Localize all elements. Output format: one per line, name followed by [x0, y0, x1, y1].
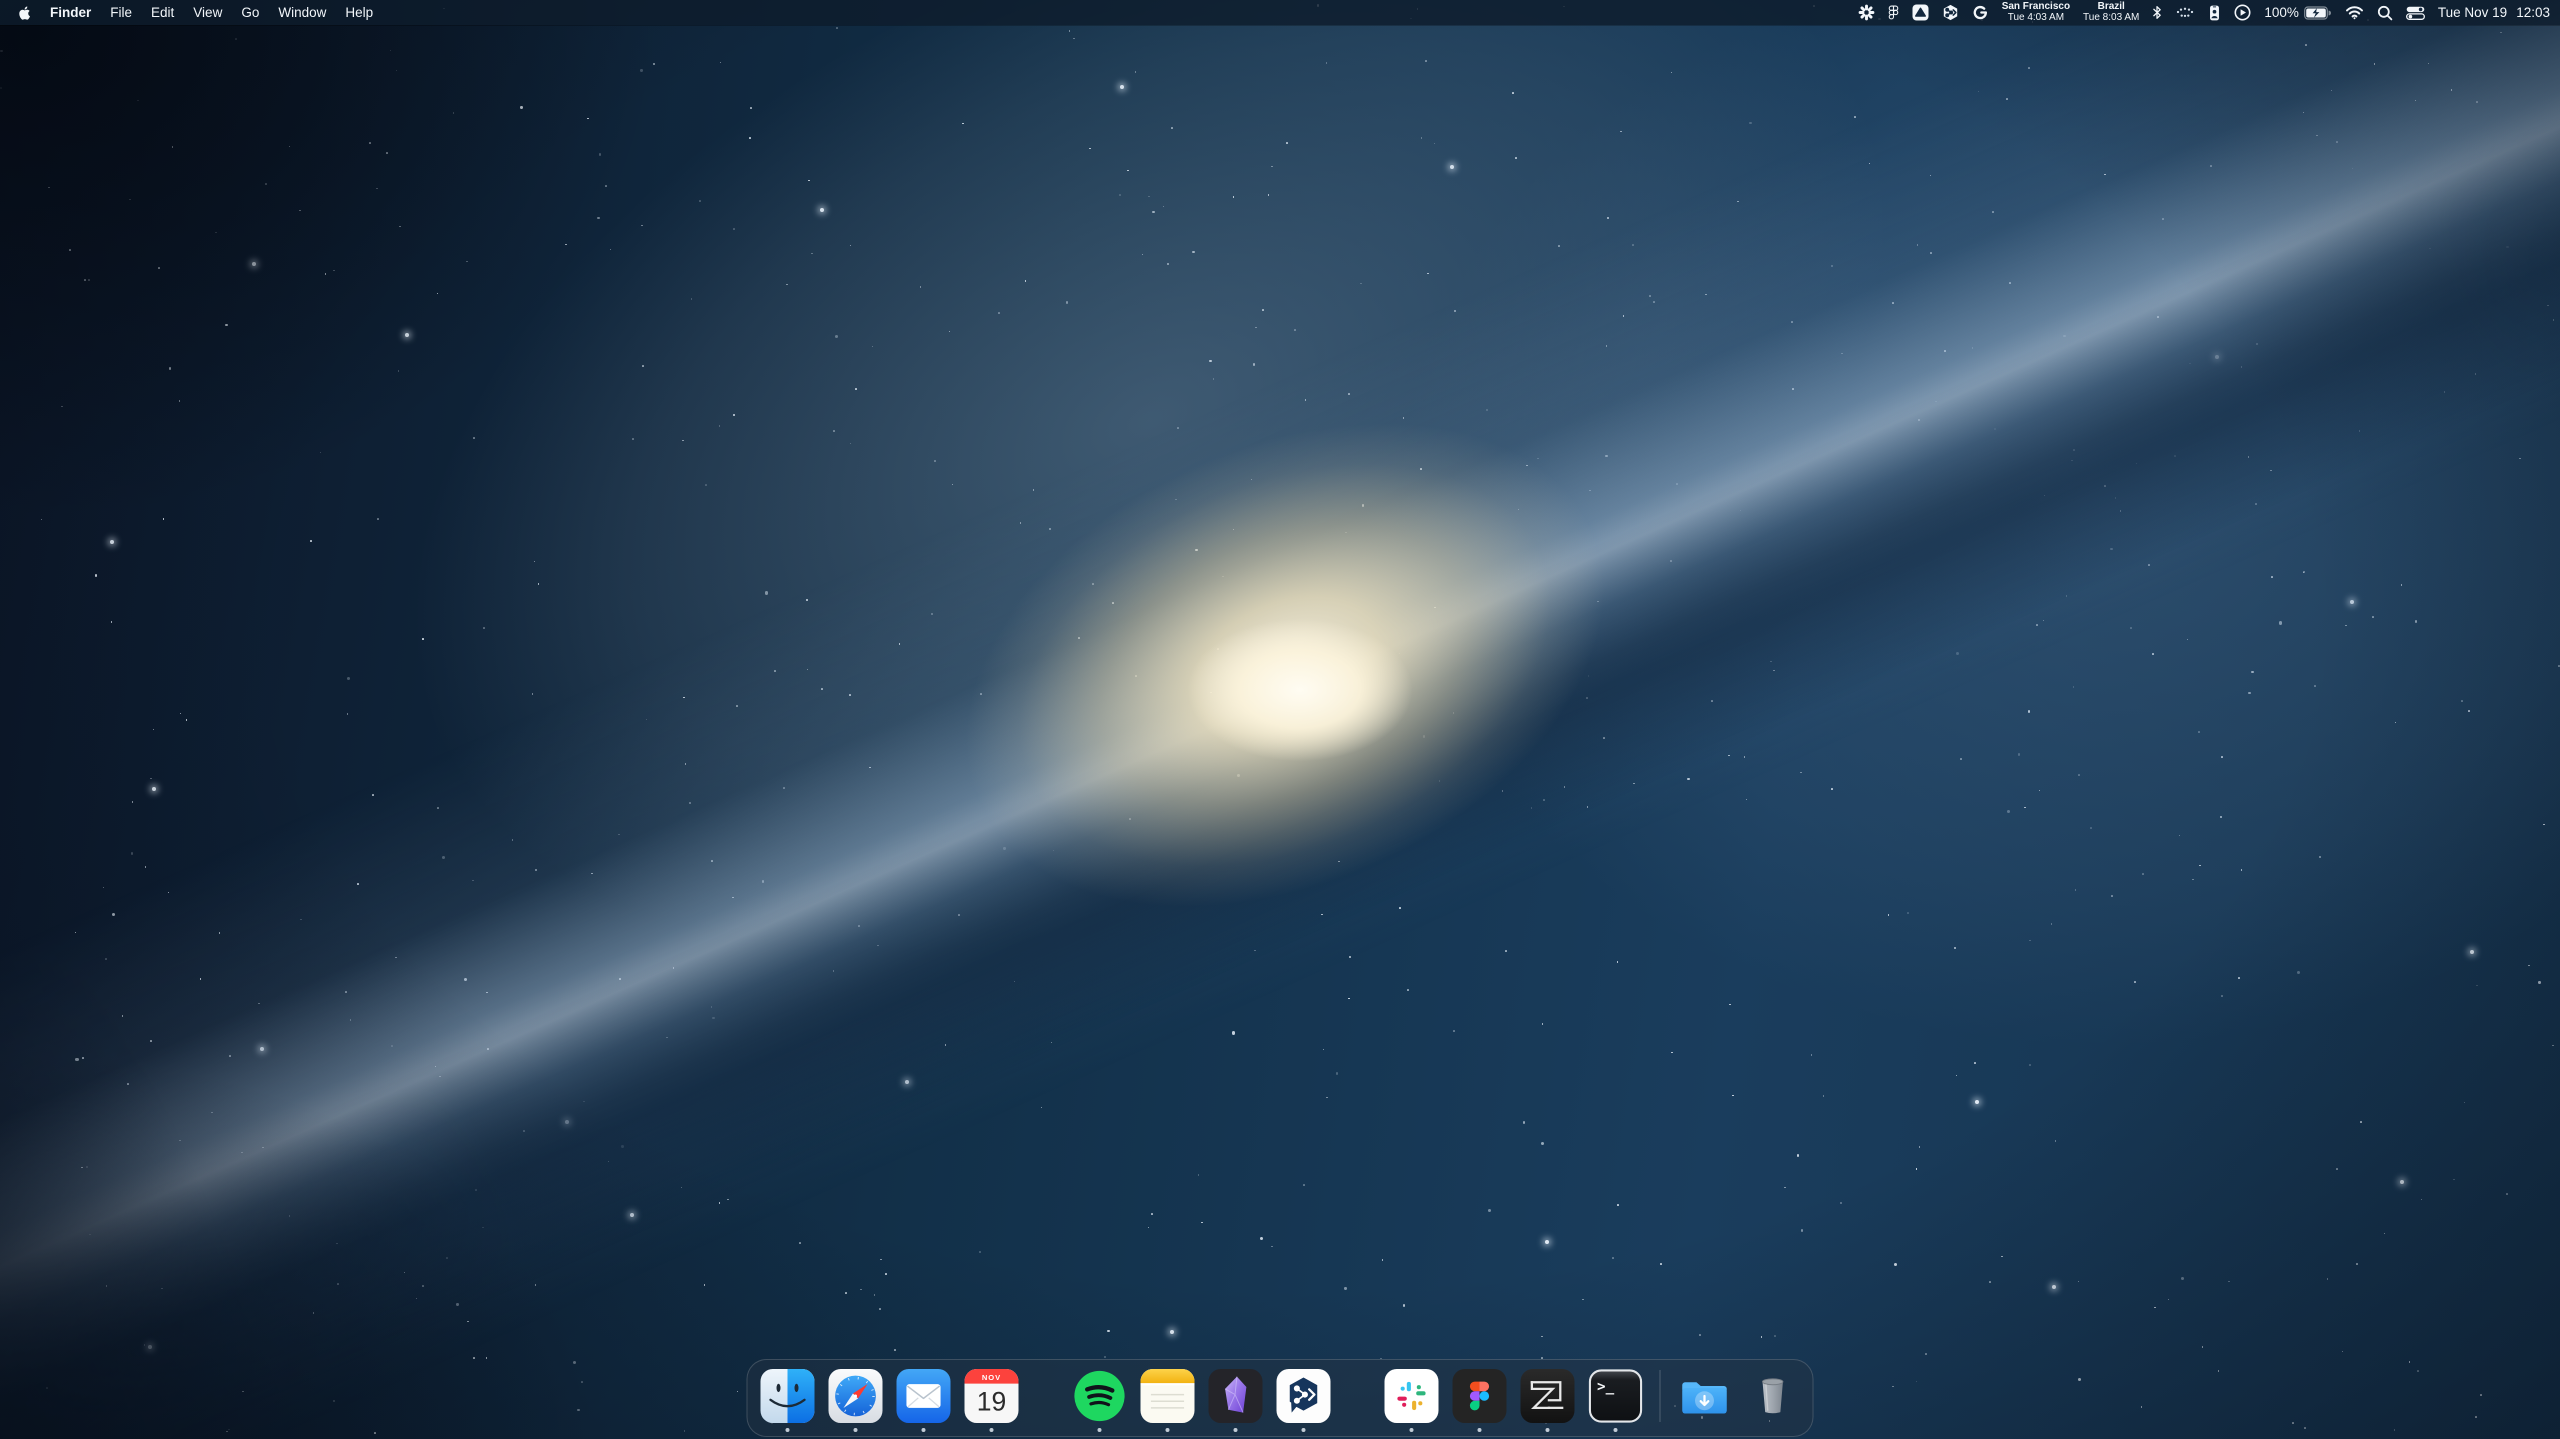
desktop: Finder File Edit View Go Window Help	[0, 0, 2560, 1439]
now-playing-icon[interactable]	[2234, 4, 2251, 21]
dock-spacer	[1345, 1391, 1371, 1401]
calendar-day: 19	[977, 1387, 1007, 1417]
dock-item-spotify[interactable]	[1073, 1369, 1127, 1423]
world-clock-time: Tue 8:03 AM	[2083, 13, 2139, 24]
running-indicator	[922, 1428, 926, 1432]
world-clock-city: San Francisco	[2002, 2, 2070, 13]
menu-bar: Finder File Edit View Go Window Help	[0, 0, 2560, 25]
running-indicator	[1234, 1428, 1238, 1432]
apple-logo-icon	[16, 4, 31, 22]
wallpaper-galaxy	[0, 0, 2560, 1439]
hexagon-share-icon[interactable]	[1942, 4, 1959, 21]
menu-bar-date: Tue Nov 19	[2438, 5, 2507, 20]
apple-menu[interactable]	[16, 4, 31, 22]
dock-item-trash[interactable]	[1746, 1369, 1800, 1423]
menu-view[interactable]: View	[193, 5, 222, 20]
running-indicator	[1166, 1428, 1170, 1432]
running-indicator	[1478, 1428, 1482, 1432]
world-clock-time: Tue 4:03 AM	[2008, 13, 2064, 24]
dock-item-downloads-folder[interactable]	[1678, 1369, 1732, 1423]
running-indicator	[990, 1428, 994, 1432]
dock-item-terminal[interactable]: >_	[1589, 1369, 1643, 1423]
dock-item-figma[interactable]	[1453, 1369, 1507, 1423]
dock: NOV 19	[747, 1359, 1814, 1437]
running-indicator	[1410, 1428, 1414, 1432]
menu-bar-left: Finder File Edit View Go Window Help	[0, 4, 373, 22]
starfield	[0, 0, 2560, 1439]
dock-item-slack[interactable]	[1385, 1369, 1439, 1423]
world-clock-brazil[interactable]: Brazil Tue 8:03 AM	[2083, 2, 2139, 23]
g-circle-icon[interactable]	[1972, 4, 1989, 21]
wifi-icon[interactable]	[2345, 5, 2364, 20]
sun-burst-icon[interactable]	[1858, 4, 1875, 21]
menu-bar-status-area: San Francisco Tue 4:03 AM Brazil Tue 8:0…	[1858, 2, 2560, 23]
menu-file[interactable]: File	[110, 5, 132, 20]
dock-item-safari[interactable]	[829, 1369, 883, 1423]
battery-charging-icon	[2304, 6, 2332, 20]
menu-help[interactable]: Help	[345, 5, 373, 20]
spotlight-icon[interactable]	[2377, 5, 2393, 21]
terminal-prompt: >_	[1597, 1379, 1615, 1395]
dock-item-mail[interactable]	[897, 1369, 951, 1423]
figma-menubar-icon[interactable]	[1888, 5, 1899, 21]
running-indicator	[854, 1428, 858, 1432]
menu-edit[interactable]: Edit	[151, 5, 174, 20]
triangle-app-icon[interactable]	[1912, 4, 1929, 21]
menu-window[interactable]: Window	[278, 5, 326, 20]
dock-spacer	[1033, 1391, 1059, 1401]
running-indicator	[1546, 1428, 1550, 1432]
menu-bar-clock[interactable]: Tue Nov 19 12:03	[2438, 5, 2550, 20]
battery-indicator[interactable]: 100%	[2264, 5, 2332, 20]
dock-item-notes[interactable]	[1141, 1369, 1195, 1423]
dock-item-hexagon-share-app[interactable]	[1277, 1369, 1331, 1423]
menu-go[interactable]: Go	[241, 5, 259, 20]
dock-item-zed[interactable]	[1521, 1369, 1575, 1423]
bluetooth-icon[interactable]	[2152, 4, 2162, 21]
dotted-arc-icon[interactable]	[2175, 5, 2195, 20]
running-indicator	[1302, 1428, 1306, 1432]
running-indicator	[1614, 1428, 1618, 1432]
running-indicator	[786, 1428, 790, 1432]
dock-separator	[1660, 1370, 1661, 1422]
iphone-mirroring-icon[interactable]	[2208, 4, 2221, 22]
active-app-menu[interactable]: Finder	[50, 5, 91, 20]
dock-item-finder[interactable]	[761, 1369, 815, 1423]
world-clock-city: Brazil	[2098, 2, 2125, 13]
running-indicator	[1098, 1428, 1102, 1432]
battery-percent: 100%	[2264, 5, 2299, 20]
world-clock-san-francisco[interactable]: San Francisco Tue 4:03 AM	[2002, 2, 2070, 23]
dock-item-obsidian[interactable]	[1209, 1369, 1263, 1423]
control-center-icon[interactable]	[2406, 6, 2425, 20]
calendar-month: NOV	[982, 1373, 1001, 1382]
dock-item-calendar[interactable]: NOV 19	[965, 1369, 1019, 1423]
menu-bar-time: 12:03	[2516, 5, 2550, 20]
